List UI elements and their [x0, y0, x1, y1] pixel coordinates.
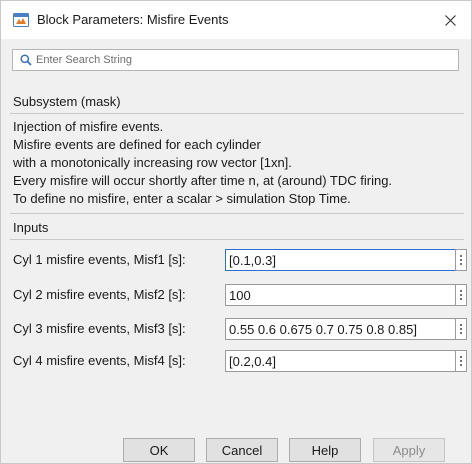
- misf4-field[interactable]: [225, 350, 461, 372]
- description-line: Injection of misfire events.: [13, 119, 164, 134]
- inputs-heading: Inputs: [13, 220, 49, 235]
- vertical-ellipsis-icon: [460, 254, 462, 266]
- misf2-options-button[interactable]: [455, 284, 467, 306]
- ok-button[interactable]: OK: [123, 438, 195, 462]
- misf4-options-button[interactable]: [455, 350, 467, 372]
- search-input[interactable]: [36, 51, 458, 69]
- inputs-top-divider: [10, 213, 464, 214]
- window-title: Block Parameters: Misfire Events: [37, 12, 229, 27]
- simulink-block-icon: [13, 13, 29, 27]
- help-button[interactable]: Help: [289, 438, 361, 462]
- description-line: Every misfire will occur shortly after t…: [13, 173, 393, 188]
- description-line: To define no misfire, enter a scalar > s…: [13, 191, 351, 206]
- vertical-ellipsis-icon: [460, 355, 462, 367]
- search-box[interactable]: [12, 49, 459, 71]
- param-label-misf2: Cyl 2 misfire events, Misf2 [s]:: [13, 287, 186, 302]
- apply-button[interactable]: Apply: [373, 438, 445, 462]
- param-label-misf1: Cyl 1 misfire events, Misf1 [s]:: [13, 252, 186, 267]
- description-line: Misfire events are defined for each cyli…: [13, 137, 261, 152]
- subsystem-heading: Subsystem (mask): [13, 94, 121, 109]
- inputs-divider: [10, 239, 464, 240]
- param-row-misf2: Cyl 2 misfire events, Misf2 [s]:: [13, 284, 467, 306]
- misf3-field[interactable]: [225, 318, 461, 340]
- param-row-misf1: Cyl 1 misfire events, Misf1 [s]:: [13, 249, 467, 271]
- close-button[interactable]: [437, 7, 463, 33]
- param-row-misf4: Cyl 4 misfire events, Misf4 [s]:: [13, 350, 467, 372]
- param-label-misf3: Cyl 3 misfire events, Misf3 [s]:: [13, 321, 186, 336]
- cancel-button[interactable]: Cancel: [206, 438, 278, 462]
- block-parameters-dialog: Block Parameters: Misfire Events Subsyst…: [0, 0, 472, 464]
- misf2-field[interactable]: [225, 284, 461, 306]
- subsystem-divider: [10, 113, 464, 114]
- close-icon: [444, 14, 456, 26]
- search-icon: [20, 54, 32, 66]
- param-row-misf3: Cyl 3 misfire events, Misf3 [s]:: [13, 318, 467, 340]
- misf3-options-button[interactable]: [455, 318, 467, 340]
- param-label-misf4: Cyl 4 misfire events, Misf4 [s]:: [13, 353, 186, 368]
- vertical-ellipsis-icon: [460, 289, 462, 301]
- vertical-ellipsis-icon: [460, 323, 462, 335]
- misf1-options-button[interactable]: [455, 249, 467, 271]
- description-line: with a monotonically increasing row vect…: [13, 155, 292, 170]
- title-bar: Block Parameters: Misfire Events: [1, 1, 471, 39]
- subsystem-description: Injection of misfire events. Misfire eve…: [13, 118, 463, 208]
- misf1-field[interactable]: [225, 249, 461, 271]
